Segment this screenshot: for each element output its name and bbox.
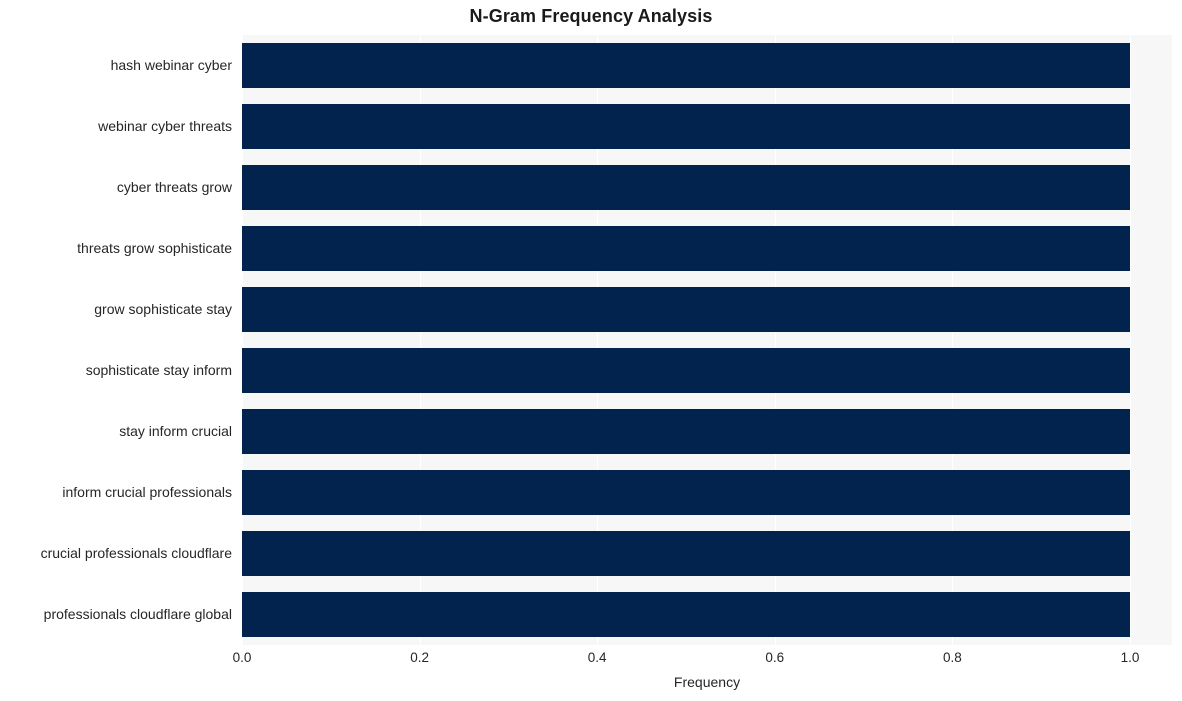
chart-title: N-Gram Frequency Analysis (469, 6, 713, 26)
x-axis-tick-label: 0.6 (765, 650, 785, 665)
x-axis-tick-label: 1.0 (1120, 650, 1140, 665)
y-axis-tick-label: threats grow sophisticate (77, 240, 232, 256)
bar[interactable] (242, 530, 1130, 576)
gridline-vertical (1130, 35, 1131, 645)
y-axis-tick-label: sophisticate stay inform (85, 362, 232, 378)
x-axis-tick-label: 0.4 (587, 650, 607, 665)
x-axis-tick-label: 0.0 (232, 650, 252, 665)
bar[interactable] (242, 286, 1130, 332)
x-axis-tick-label: 0.2 (410, 650, 429, 665)
chart-figure: N-Gram Frequency Analysis hash webinar c… (0, 0, 1182, 701)
y-axis-tick-label: crucial professionals cloudflare (40, 545, 232, 561)
bar[interactable] (242, 408, 1130, 454)
bar[interactable] (242, 225, 1130, 271)
plot-area (242, 35, 1172, 645)
bar[interactable] (242, 42, 1130, 88)
y-axis-tick-label: professionals cloudflare global (43, 606, 232, 622)
y-axis-tick-label: stay inform crucial (119, 423, 232, 439)
bar[interactable] (242, 164, 1130, 210)
y-axis-tick-label: hash webinar cyber (110, 57, 232, 73)
y-axis-tick-label: cyber threats grow (116, 179, 232, 195)
x-axis-tick-labels: 0.0 0.2 0.4 0.6 0.8 1.0 (0, 650, 1182, 670)
bar[interactable] (242, 591, 1130, 637)
y-axis-tick-label: webinar cyber threats (98, 118, 232, 134)
bar[interactable] (242, 103, 1130, 149)
y-axis-tick-labels: hash webinar cyber webinar cyber threats c… (0, 35, 232, 645)
bar[interactable] (242, 347, 1130, 393)
bar[interactable] (242, 469, 1130, 515)
y-axis-tick-label: grow sophisticate stay (94, 301, 232, 317)
x-axis-title: Frequency (673, 674, 741, 690)
x-axis-tick-label: 0.8 (943, 650, 962, 665)
y-axis-tick-label: inform crucial professionals (62, 484, 232, 500)
